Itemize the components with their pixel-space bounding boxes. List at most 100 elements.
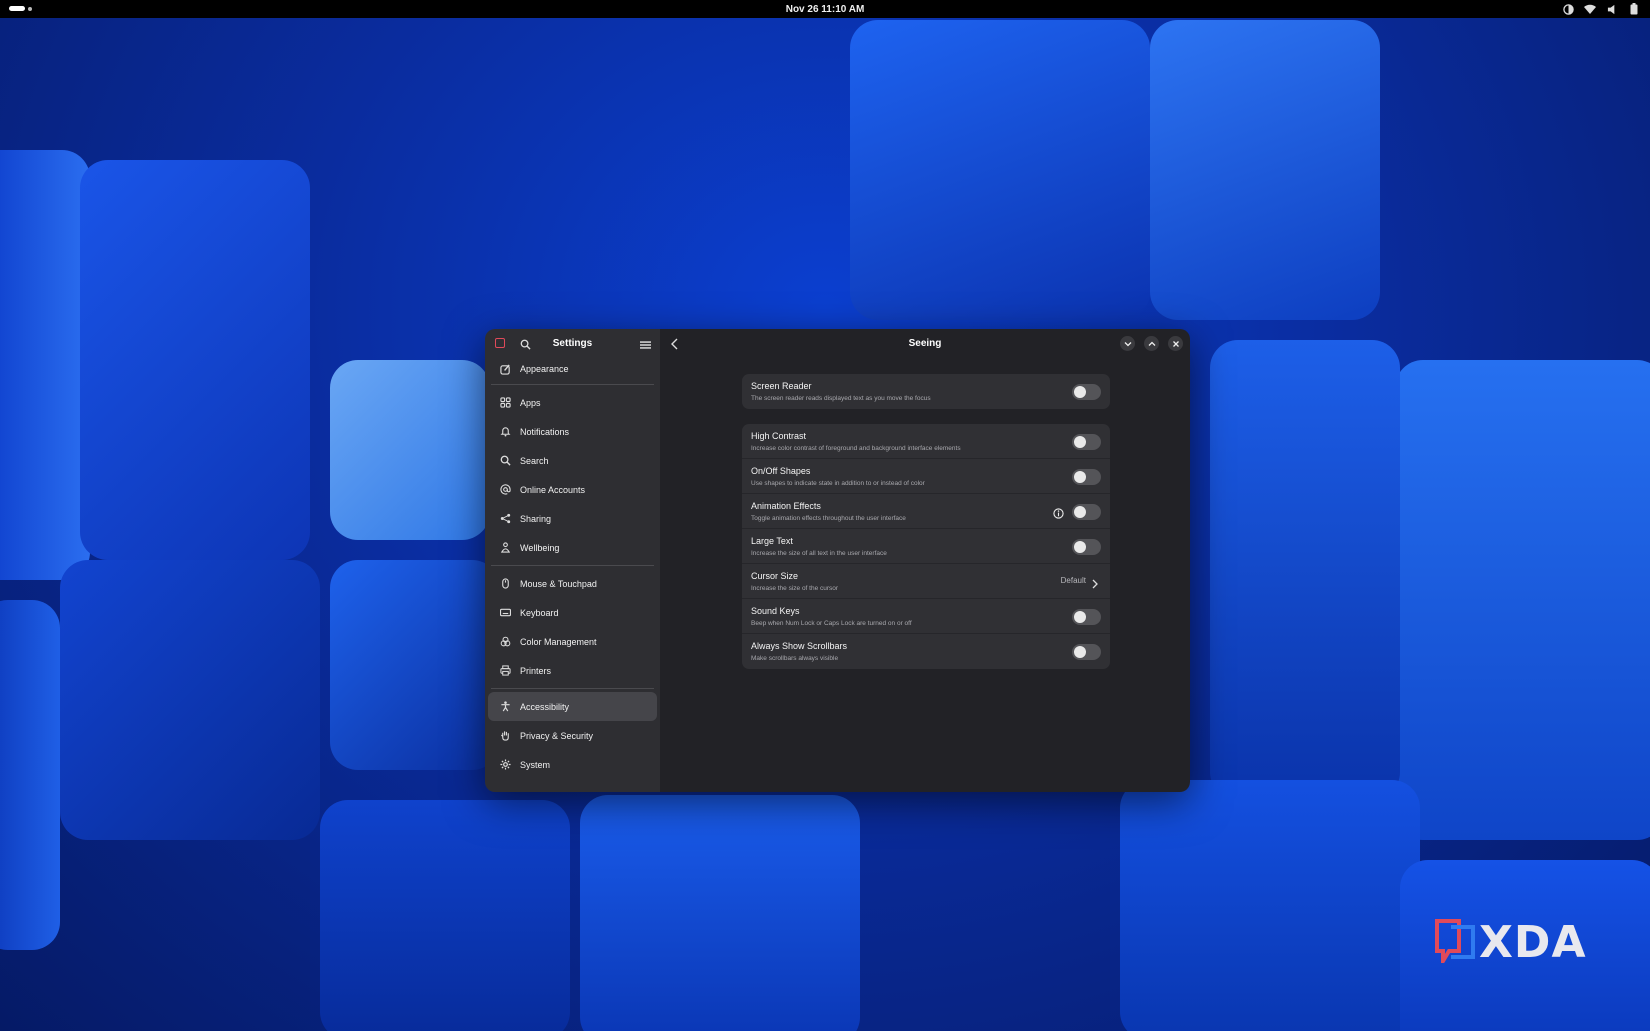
large-text-row[interactable]: Large Text Increase the size of all text…: [742, 529, 1110, 564]
activities-button[interactable]: [9, 6, 32, 11]
sidebar-item-printers[interactable]: Printers: [488, 656, 657, 685]
sidebar-item-sharing[interactable]: Sharing: [488, 504, 657, 533]
setting-title: High Contrast: [751, 431, 807, 441]
sidebar-item-mouse-touchpad[interactable]: Mouse & Touchpad: [488, 569, 657, 598]
always-show-scrollbars-row[interactable]: Always Show Scrollbars Make scrollbars a…: [742, 634, 1110, 669]
seeing-settings-group: High Contrast Increase color contrast of…: [742, 424, 1110, 669]
sidebar-item-notifications[interactable]: Notifications: [488, 417, 657, 446]
sidebar-item-label: Notifications: [520, 426, 570, 437]
back-arrow-icon[interactable]: [670, 337, 682, 350]
search-icon: [500, 455, 511, 466]
close-button[interactable]: [1168, 336, 1183, 351]
sidebar-item-system[interactable]: System: [488, 750, 657, 779]
xda-logo-icon: [1433, 917, 1477, 969]
sidebar-item-color-management[interactable]: Color Management: [488, 627, 657, 656]
sidebar-divider: [491, 384, 654, 385]
sidebar-item-label: Search: [520, 455, 549, 466]
gear-icon: [500, 759, 511, 770]
sidebar-divider: [491, 565, 654, 566]
sidebar-item-label: Privacy & Security: [520, 730, 594, 741]
night-light-icon: [1562, 3, 1574, 15]
setting-subtitle: Toggle animation effects throughout the …: [751, 515, 906, 522]
wifi-icon: [1584, 3, 1596, 15]
sidebar-item-apps[interactable]: Apps: [488, 388, 657, 417]
cursor-size-value: Default: [1060, 576, 1086, 585]
animation-effects-switch[interactable]: [1072, 504, 1101, 520]
setting-title: On/Off Shapes: [751, 466, 811, 476]
switch-knob: [1074, 541, 1086, 553]
workspace-indicator: [28, 6, 32, 11]
sidebar-item-search[interactable]: Search: [488, 446, 657, 475]
screen-reader-group: Screen Reader The screen reader reads di…: [742, 374, 1110, 409]
hamburger-menu-icon[interactable]: [640, 337, 652, 349]
cursor-size-row[interactable]: Cursor Size Increase the size of the cur…: [742, 564, 1110, 599]
sidebar-item-appearance[interactable]: Appearance: [488, 357, 657, 381]
setting-subtitle: Use shapes to indicate state in addition…: [751, 480, 925, 487]
sidebar-divider: [491, 688, 654, 689]
info-icon[interactable]: [1053, 506, 1064, 519]
sidebar-item-wellbeing[interactable]: Wellbeing: [488, 533, 657, 562]
sidebar-header: Settings: [485, 329, 660, 357]
animation-effects-row[interactable]: Animation Effects Toggle animation effec…: [742, 494, 1110, 529]
share-icon: [500, 513, 511, 524]
setting-title: Sound Keys: [751, 606, 800, 616]
sidebar-item-label: Apps: [520, 397, 541, 408]
sidebar-item-online-accounts[interactable]: Online Accounts: [488, 475, 657, 504]
setting-subtitle: The screen reader reads displayed text a…: [751, 395, 931, 402]
watermark-text: XDA: [1479, 917, 1587, 968]
switch-knob: [1074, 506, 1086, 518]
minimize-button[interactable]: [1120, 336, 1135, 351]
sidebar-item-accessibility[interactable]: Accessibility: [488, 692, 657, 721]
sidebar-item-label: Online Accounts: [520, 484, 586, 495]
settings-window: Settings Appearance Apps Notifications S…: [485, 329, 1190, 792]
sidebar-list: Appearance Apps Notifications Search Onl…: [485, 357, 660, 779]
setting-title: Screen Reader: [751, 381, 812, 391]
color-icon: [500, 636, 511, 647]
switch-knob: [1074, 436, 1086, 448]
switch-knob: [1074, 386, 1086, 398]
sidebar-item-label: Mouse & Touchpad: [520, 578, 597, 589]
system-tray[interactable]: [1562, 3, 1640, 15]
large-text-switch[interactable]: [1072, 539, 1101, 555]
sidebar-item-keyboard[interactable]: Keyboard: [488, 598, 657, 627]
sound-keys-row[interactable]: Sound Keys Beep when Num Lock or Caps Lo…: [742, 599, 1110, 634]
volume-icon: [1606, 3, 1618, 15]
wellbeing-icon: [500, 542, 511, 553]
switch-knob: [1074, 611, 1086, 623]
sidebar-item-label: Appearance: [520, 364, 569, 374]
content-header: Seeing: [660, 329, 1190, 357]
maximize-button[interactable]: [1144, 336, 1159, 351]
sidebar-item-label: Sharing: [520, 513, 552, 524]
setting-title: Always Show Scrollbars: [751, 641, 848, 651]
page-title: Seeing: [908, 337, 942, 349]
mouse-icon: [500, 578, 511, 589]
always-show-scrollbars-switch[interactable]: [1072, 644, 1101, 660]
bell-icon: [500, 426, 511, 437]
sidebar-item-privacy-security[interactable]: Privacy & Security: [488, 721, 657, 750]
sidebar-item-label: System: [520, 759, 551, 770]
printer-icon: [500, 665, 511, 676]
on-off-shapes-switch[interactable]: [1072, 469, 1101, 485]
setting-subtitle: Make scrollbars always visible: [751, 655, 839, 662]
sidebar-item-label: Printers: [520, 665, 552, 676]
sidebar: Settings Appearance Apps Notifications S…: [485, 329, 660, 792]
screen-reader-row[interactable]: Screen Reader The screen reader reads di…: [742, 374, 1110, 409]
setting-subtitle: Increase the size of the cursor: [751, 585, 839, 592]
accessibility-icon: [500, 701, 511, 712]
clock[interactable]: Nov 26 11:10 AM: [786, 4, 865, 15]
sidebar-title: Settings: [552, 337, 593, 349]
workspace-active-indicator: [9, 6, 25, 11]
switch-knob: [1074, 646, 1086, 658]
sound-keys-switch[interactable]: [1072, 609, 1101, 625]
screen-reader-switch[interactable]: [1072, 384, 1101, 400]
xda-watermark: XDA: [1433, 917, 1587, 969]
high-contrast-switch[interactable]: [1072, 434, 1101, 450]
switch-knob: [1074, 471, 1086, 483]
setting-subtitle: Increase the size of all text in the use…: [751, 550, 887, 557]
sidebar-item-label: Color Management: [520, 636, 597, 647]
high-contrast-row[interactable]: High Contrast Increase color contrast of…: [742, 424, 1110, 459]
setting-subtitle: Beep when Num Lock or Caps Lock are turn…: [751, 620, 912, 627]
on-off-shapes-row[interactable]: On/Off Shapes Use shapes to indicate sta…: [742, 459, 1110, 494]
hand-icon: [500, 730, 511, 741]
top-bar: Nov 26 11:10 AM: [0, 0, 1650, 18]
